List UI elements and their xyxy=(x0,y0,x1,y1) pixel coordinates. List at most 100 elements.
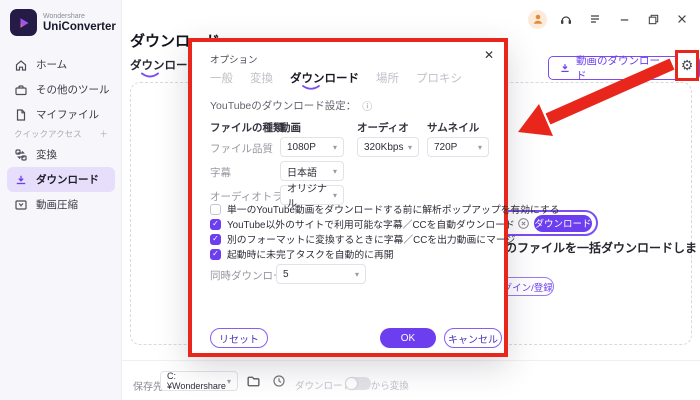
audio-quality-value: 320Kbps xyxy=(364,142,403,153)
tab-location[interactable]: 場所 xyxy=(376,70,399,86)
dialog-title: オプション xyxy=(210,52,258,66)
checkbox-checked[interactable]: ✓ xyxy=(210,234,221,245)
download-video-label: 動画のダウンロード xyxy=(576,53,668,83)
gear-icon[interactable]: ⚙ xyxy=(681,58,694,74)
app-logo: Wondershare UniConverter xyxy=(10,9,116,36)
row-label-quality: ファイル品質 xyxy=(210,141,273,156)
video-quality-value: 1080P xyxy=(287,142,316,153)
toolbox-icon xyxy=(14,83,28,97)
checkbox-row-merge-cc: ✓ 別のフォーマットに変換するときに字幕／CCを出力動画にマージ xyxy=(210,232,515,246)
checkbox-label: YouTube以外のサイトで利用可能な字幕／CCを自動ダウンロード xyxy=(227,217,515,231)
save-destination-label: 保存先 xyxy=(133,378,163,393)
quick-access-header: クイックアクセス ＋ xyxy=(14,128,108,140)
active-tab-underline xyxy=(140,72,160,79)
sidebar-item-my-files[interactable]: マイファイル xyxy=(0,102,122,127)
sidebar: Wondershare UniConverter ホーム その他のツール マイフ… xyxy=(0,0,122,400)
convert-after-download-toggle[interactable] xyxy=(345,377,371,390)
checkbox-row-auto-subtitle: ✓ YouTube以外のサイトで利用可能な字幕／CCを自動ダウンロード xyxy=(210,217,515,231)
clear-input-icon[interactable] xyxy=(517,217,530,230)
caret-down-icon: ▾ xyxy=(333,191,337,200)
sidebar-item-download[interactable]: ダウンロード xyxy=(7,167,115,192)
subtitle-language-value: 日本語 xyxy=(287,164,317,179)
audio-quality-select[interactable]: 320Kbps▾ xyxy=(357,137,419,157)
sidebar-item-label: その他のツール xyxy=(36,82,110,97)
settings-highlight-box: ⚙ xyxy=(675,50,699,81)
sidebar-item-label: 変換 xyxy=(36,147,57,162)
col-video: 動画 xyxy=(280,120,301,135)
col-thumbnail: サムネイル xyxy=(427,120,479,135)
caret-down-icon: ▾ xyxy=(333,167,337,176)
minimize-icon[interactable] xyxy=(614,9,634,29)
sidebar-item-other-tools[interactable]: その他のツール xyxy=(0,77,122,102)
brand-product: UniConverter xyxy=(43,21,116,33)
checkbox-label: 起動時に未完了タスクを自動的に再開 xyxy=(227,247,394,261)
footer-divider xyxy=(122,360,700,361)
restore-icon[interactable] xyxy=(643,9,663,29)
cancel-button[interactable]: キャンセル xyxy=(444,328,502,348)
dialog-close-icon[interactable]: ✕ xyxy=(484,48,494,62)
sidebar-item-convert[interactable]: 変換 xyxy=(0,142,122,167)
checkbox-row-resume-tasks: ✓ 起動時に未完了タスクを自動的に再開 xyxy=(210,247,394,261)
caret-down-icon: ▾ xyxy=(355,270,359,279)
sidebar-item-home[interactable]: ホーム xyxy=(0,52,122,77)
dialog-active-tab-underline xyxy=(302,85,320,91)
caret-down-icon: ▾ xyxy=(478,143,482,152)
user-avatar[interactable] xyxy=(528,10,547,29)
close-window-icon[interactable] xyxy=(672,9,692,29)
home-icon xyxy=(14,58,28,72)
checkbox-checked[interactable]: ✓ xyxy=(210,219,221,230)
ok-button[interactable]: OK xyxy=(380,328,436,348)
save-path-value: C:¥Wondershare xyxy=(167,371,227,391)
quick-access-label: クイックアクセス xyxy=(14,128,82,140)
checkbox-row-analysis-popup: 単一のYouTube動画をダウンロードする前に解析ポップアップを有効にする xyxy=(210,202,560,216)
caret-down-icon: ▾ xyxy=(227,377,231,386)
checkbox-label: 別のフォーマットに変換するときに字幕／CCを出力動画にマージ xyxy=(227,232,515,246)
options-dialog: オプション ✕ 一般 変換 ダウンロード 場所 プロキシ YouTubeのダウン… xyxy=(188,38,508,357)
youtube-settings-heading: YouTubeのダウンロード設定： ⓘ xyxy=(210,98,372,113)
thumbnail-quality-select[interactable]: 720P ▾ xyxy=(427,137,489,157)
row-label-subtitle: 字幕 xyxy=(210,165,231,180)
file-icon xyxy=(14,108,28,122)
schedule-clock-icon[interactable] xyxy=(272,374,286,388)
uniconverter-logo-icon xyxy=(10,9,37,36)
sidebar-item-label: ホーム xyxy=(36,57,67,72)
checkbox-unchecked[interactable] xyxy=(210,204,221,215)
task-list-icon[interactable] xyxy=(585,9,605,29)
dialog-tabs: 一般 変換 ダウンロード 場所 プロキシ xyxy=(210,70,462,86)
sidebar-item-label: 動画圧縮 xyxy=(36,197,78,212)
caret-down-icon: ▾ xyxy=(333,143,337,152)
sidebar-item-video-compress[interactable]: 動画圧縮 xyxy=(0,192,122,217)
tab-convert[interactable]: 変換 xyxy=(250,70,273,86)
col-file-type: ファイルの種類 xyxy=(210,120,284,135)
tab-download[interactable]: ダウンロード xyxy=(290,70,359,86)
open-folder-icon[interactable] xyxy=(246,374,261,389)
batch-download-hint: のファイルを一括ダウンロードしま xyxy=(505,239,697,256)
max-downloads-value: 5 xyxy=(283,269,289,280)
max-downloads-select[interactable]: 5▾ xyxy=(276,264,366,284)
download-icon xyxy=(14,173,28,187)
brand-company: Wondershare xyxy=(43,13,116,21)
col-audio: オーディオ xyxy=(357,120,409,135)
section-title-text: YouTubeのダウンロード設定： xyxy=(210,98,356,113)
quick-access-nav: 変換 ダウンロード 動画圧縮 xyxy=(0,142,122,217)
video-quality-select[interactable]: 1080P ▾ xyxy=(280,137,344,157)
url-download-button[interactable]: ダウンロード xyxy=(534,215,592,232)
reset-button[interactable]: リセット xyxy=(210,328,268,348)
save-path-select[interactable]: C:¥Wondershare▾ xyxy=(160,371,238,391)
thumbnail-quality-value: 720P xyxy=(434,142,457,153)
convert-icon xyxy=(14,148,28,162)
sidebar-item-label: ダウンロード xyxy=(36,172,99,187)
window-controls xyxy=(528,9,692,29)
add-quick-access-icon[interactable]: ＋ xyxy=(99,128,108,140)
checkbox-label: 単一のYouTube動画をダウンロードする前に解析ポップアップを有効にする xyxy=(227,202,560,216)
info-icon[interactable]: ⓘ xyxy=(362,98,372,113)
sidebar-item-label: マイファイル xyxy=(36,107,99,122)
download-tray-icon xyxy=(559,62,571,74)
subtitle-language-select[interactable]: 日本語 ▾ xyxy=(280,161,344,181)
tab-proxy[interactable]: プロキシ xyxy=(416,70,462,86)
compress-icon xyxy=(14,198,28,212)
tab-general[interactable]: 一般 xyxy=(210,70,233,86)
checkbox-checked[interactable]: ✓ xyxy=(210,249,221,260)
toggle-knob xyxy=(346,378,357,389)
support-headset-icon[interactable] xyxy=(556,9,576,29)
